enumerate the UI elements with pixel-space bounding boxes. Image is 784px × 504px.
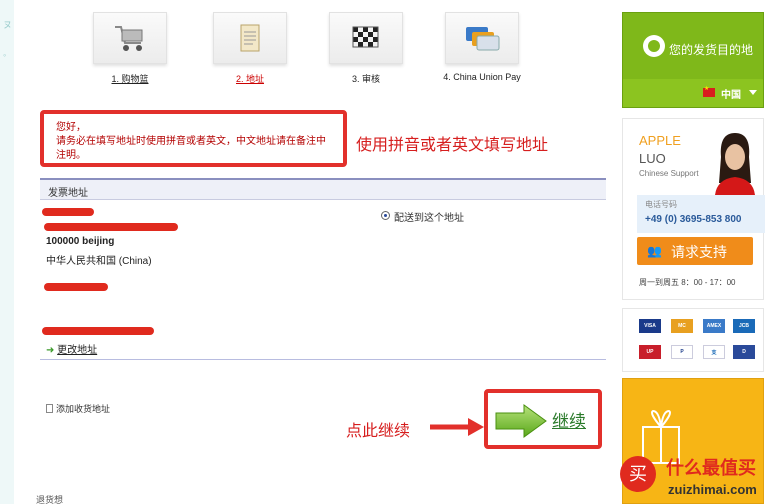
checkout-steps: 1. 购物篮 2. 地址 3. 审核 4. China Union Pay — [70, 12, 540, 87]
change-address-link[interactable]: ➜ 更改地址 — [46, 341, 97, 356]
destination-title: 您的发货目的地 — [669, 43, 754, 57]
left-decorative-strip: ヌ ◦ — [0, 0, 14, 504]
continue-button[interactable]: 继续 — [484, 389, 602, 449]
notice-annotation: 使用拼音或者英文填写地址 — [356, 137, 549, 154]
amex-icon: AMEX — [703, 319, 725, 333]
redacted-email — [42, 327, 154, 335]
add-shipping-label[interactable]: 添加收货地址 — [56, 404, 110, 414]
agent-last-name: LUO — [639, 151, 666, 166]
billing-address-header: 发票地址 — [40, 178, 606, 200]
address-country: 中华人民共和国 (China) — [46, 256, 152, 267]
destination-panel: 您的发货目的地 中国 — [622, 12, 764, 108]
agent-first-name: APPLE — [639, 133, 681, 148]
checkered-flag-icon — [329, 12, 403, 64]
alipay-icon: 支 — [703, 345, 725, 359]
credit-cards-icon — [445, 12, 519, 64]
phone-number: +49 (0) 3695-853 800 — [645, 214, 742, 225]
step-label: 4. China Union Pay — [443, 72, 521, 82]
continue-label[interactable]: 继续 — [552, 407, 586, 432]
ship-to-address-radio[interactable] — [381, 211, 390, 220]
continue-annotation: 点此继续 — [346, 423, 411, 440]
phone-label: 电话号码 — [645, 200, 677, 209]
add-shipping-address-link[interactable]: 添加收货地址 — [46, 402, 110, 415]
users-icon: 👥 — [647, 244, 662, 258]
jcb-icon: JCB — [733, 319, 755, 333]
red-arrow-icon — [430, 418, 484, 436]
section-divider — [40, 359, 606, 360]
watermark-logo: 买 什么最值买 zuizhimai.com — [618, 448, 782, 502]
chevron-down-icon — [749, 90, 757, 95]
visa-icon: VISA — [639, 319, 661, 333]
step-payment: 4. China Union Pay — [422, 12, 542, 82]
watermark-badge: 买 — [620, 456, 656, 492]
step-address[interactable]: 2. 地址 — [190, 12, 310, 85]
china-flag-icon — [703, 85, 715, 97]
mastercard-icon: MC — [671, 319, 693, 333]
redacted-phone — [44, 283, 108, 291]
shopping-cart-icon — [93, 12, 167, 64]
bottom-text: 退货想 — [36, 495, 64, 504]
watermark-cn: 什么最值买 — [666, 458, 756, 478]
clipboard-icon — [213, 12, 287, 64]
green-arrow-icon — [495, 404, 547, 438]
watermark-en: zuizhimai.com — [668, 482, 757, 497]
notice-message: 请务必在填写地址时使用拼音或者英文，中文地址请在备注中注明。 — [56, 136, 326, 161]
support-panel: APPLE LUO Chinese Support 电话号码 +49 (0) 3… — [622, 118, 765, 300]
paypal-icon: P — [671, 345, 693, 359]
step-review: 3. 审核 — [306, 12, 426, 85]
globe-icon — [643, 35, 665, 57]
request-support-label[interactable]: 请求支持 — [671, 242, 727, 262]
step-label[interactable]: 2. 地址 — [190, 72, 310, 85]
agent-role: Chinese Support — [639, 169, 699, 178]
unionpay-icon: UP — [639, 345, 661, 359]
payment-methods-panel: VISA MC AMEX JCB UP P 支 D — [622, 308, 764, 372]
notice-greeting: 您好， — [56, 122, 86, 133]
arrow-right-icon: ➜ — [46, 345, 55, 356]
country-value: 中国 — [721, 90, 741, 101]
postcode-city: 100000 beijing — [46, 236, 115, 247]
change-address-label[interactable]: 更改地址 — [57, 345, 97, 356]
address-notice: 您好， 请务必在填写地址时使用拼音或者英文，中文地址请在备注中注明。 — [40, 110, 347, 167]
support-hours: 周一到周五 8：00 - 17：00 — [639, 278, 736, 287]
step-label[interactable]: 1. 购物篮 — [70, 72, 190, 85]
country-selector[interactable]: 中国 — [623, 79, 763, 107]
document-icon — [46, 404, 53, 413]
ship-to-address-label: 配送到这个地址 — [394, 213, 464, 224]
step-label: 3. 审核 — [351, 74, 380, 84]
step-basket[interactable]: 1. 购物篮 — [70, 12, 190, 85]
request-support-button[interactable]: 👥 请求支持 — [637, 237, 753, 265]
redacted-street — [44, 223, 178, 231]
diners-icon: D — [733, 345, 755, 359]
phone-panel: 电话号码 +49 (0) 3695-853 800 — [637, 195, 765, 233]
agent-avatar — [715, 133, 755, 195]
redacted-name — [42, 208, 94, 216]
